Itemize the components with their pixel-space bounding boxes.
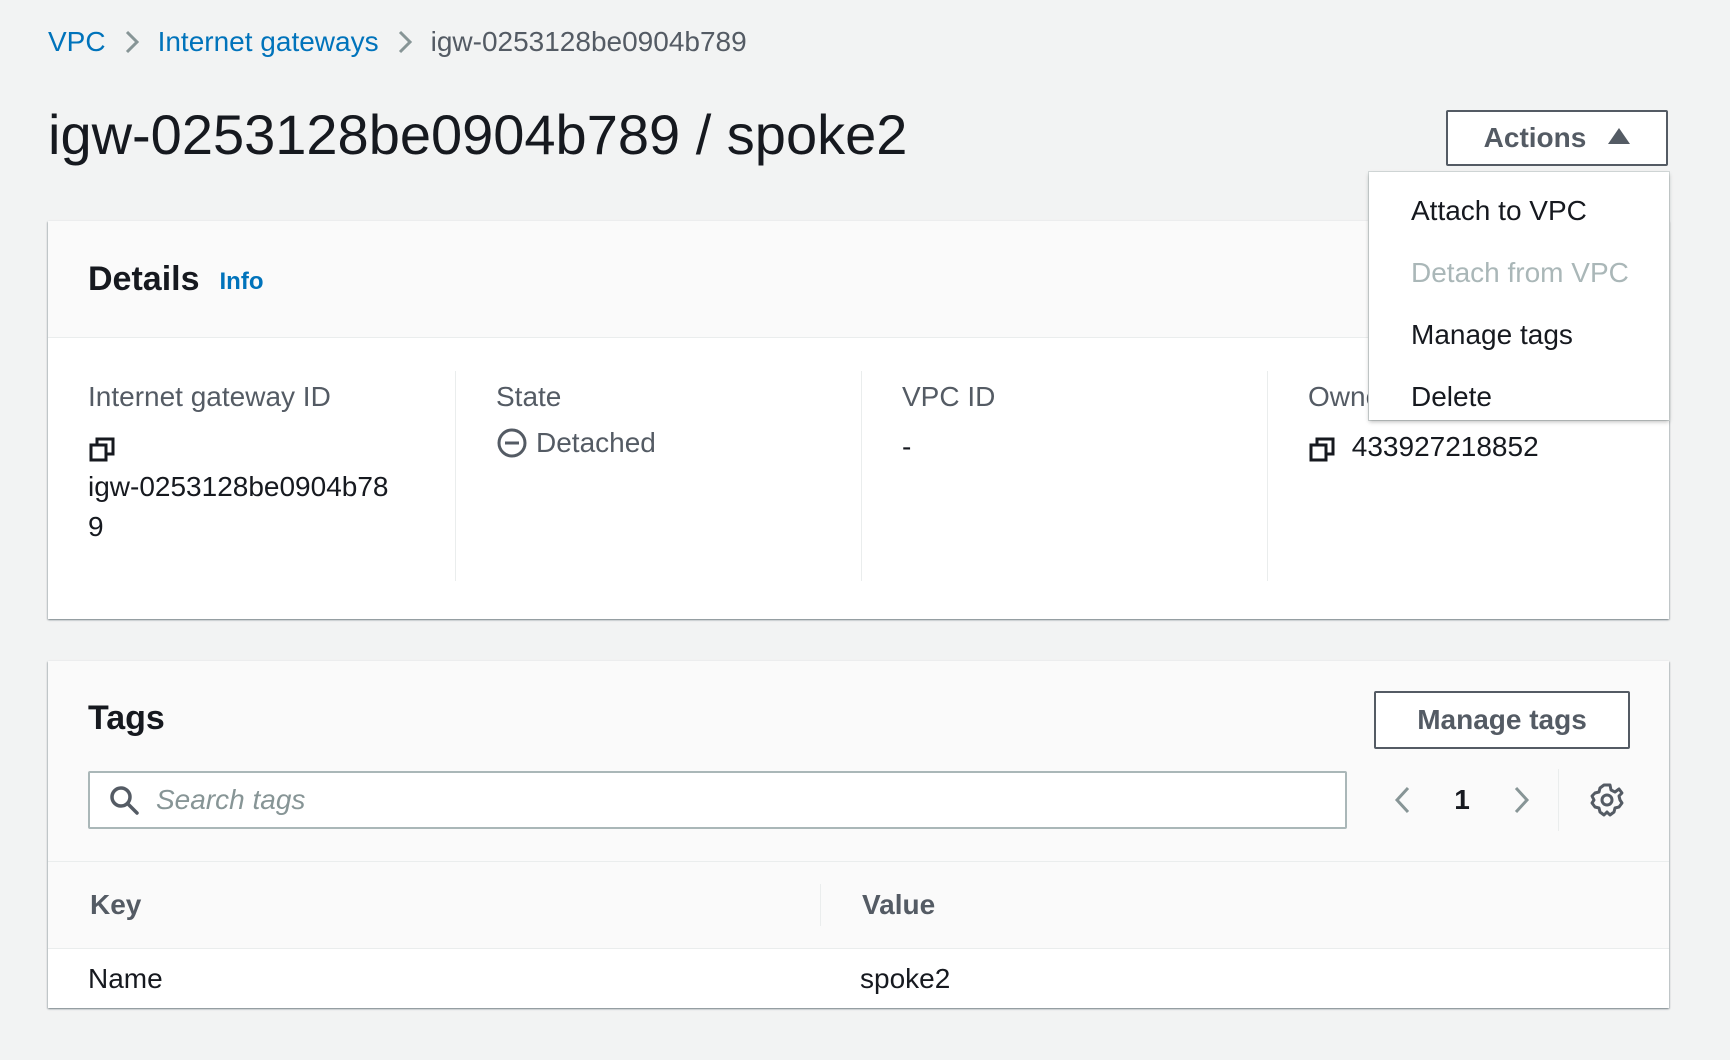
chevron-right-icon — [379, 29, 431, 55]
owner-value: 433927218852 — [1351, 431, 1539, 462]
next-page-icon[interactable] — [1501, 780, 1541, 820]
tag-value-cell: spoke2 — [860, 963, 951, 994]
details-title: Details — [88, 259, 200, 298]
vpc-id-value: - — [902, 431, 912, 462]
gateway-id-value-line2: 9 — [88, 511, 104, 542]
search-icon — [110, 786, 139, 815]
copy-icon[interactable] — [1308, 435, 1336, 463]
breadcrumb-link-vpc[interactable]: VPC — [48, 26, 106, 58]
breadcrumb: VPC Internet gateways igw-0253128be0904b… — [48, 22, 747, 62]
tags-panel: Tags Manage tags 1 Key Value Name — [48, 661, 1669, 1008]
menu-item-attach-to-vpc[interactable]: Attach to VPC — [1369, 180, 1669, 242]
tag-key-cell: Name — [88, 963, 163, 994]
owner-value-row: 433927218852 — [1308, 427, 1669, 467]
actions-button[interactable]: Actions — [1446, 110, 1668, 166]
detail-label: State — [496, 381, 562, 412]
search-tags-input[interactable] — [154, 783, 1308, 817]
tags-header: Tags Manage tags 1 — [48, 661, 1669, 862]
state-value: Detached — [536, 427, 656, 458]
detail-vpc-id: VPC ID - — [861, 371, 1267, 581]
gateway-id-value-line1: igw-0253128be0904b78 — [88, 471, 389, 502]
tags-title: Tags — [88, 699, 165, 737]
table-row: Name spoke2 — [48, 949, 1669, 1009]
actions-button-label: Actions — [1483, 122, 1587, 153]
menu-item-manage-tags[interactable]: Manage tags — [1369, 304, 1669, 366]
caret-up-icon — [1608, 128, 1631, 144]
gear-icon[interactable] — [1588, 781, 1626, 819]
menu-item-delete[interactable]: Delete — [1369, 366, 1669, 428]
detail-state: State Detached — [455, 371, 861, 581]
state-status: Detached — [496, 427, 861, 459]
detail-label: Internet gateway ID — [88, 381, 331, 412]
copy-icon[interactable] — [88, 435, 116, 463]
actions-menu: Attach to VPC Detach from VPC Manage tag… — [1369, 172, 1669, 420]
search-tags-box — [88, 771, 1347, 829]
column-header-key[interactable]: Key — [90, 862, 141, 948]
chevron-right-icon — [106, 29, 158, 55]
page-number[interactable]: 1 — [1423, 784, 1501, 816]
manage-tags-button[interactable]: Manage tags — [1374, 691, 1630, 749]
status-stopped-icon — [496, 427, 528, 459]
info-link[interactable]: Info — [220, 268, 264, 296]
pager-divider — [1558, 769, 1559, 831]
breadcrumb-current: igw-0253128be0904b789 — [430, 26, 747, 57]
column-header-value[interactable]: Value — [862, 862, 935, 948]
column-divider — [820, 884, 821, 926]
detail-gateway-id: Internet gateway ID igw-0253128be0904b78… — [48, 371, 455, 581]
pagination: 1 — [1383, 771, 1541, 829]
menu-item-detach-from-vpc: Detach from VPC — [1411, 257, 1629, 288]
breadcrumb-link-internet-gateways[interactable]: Internet gateways — [158, 26, 379, 58]
previous-page-icon[interactable] — [1383, 780, 1423, 820]
tags-table-header: Key Value — [48, 862, 1669, 949]
detail-value: igw-0253128be0904b78 9 — [88, 427, 455, 547]
detail-label: VPC ID — [902, 381, 996, 412]
page-title: igw-0253128be0904b789 / spoke2 — [48, 103, 908, 166]
